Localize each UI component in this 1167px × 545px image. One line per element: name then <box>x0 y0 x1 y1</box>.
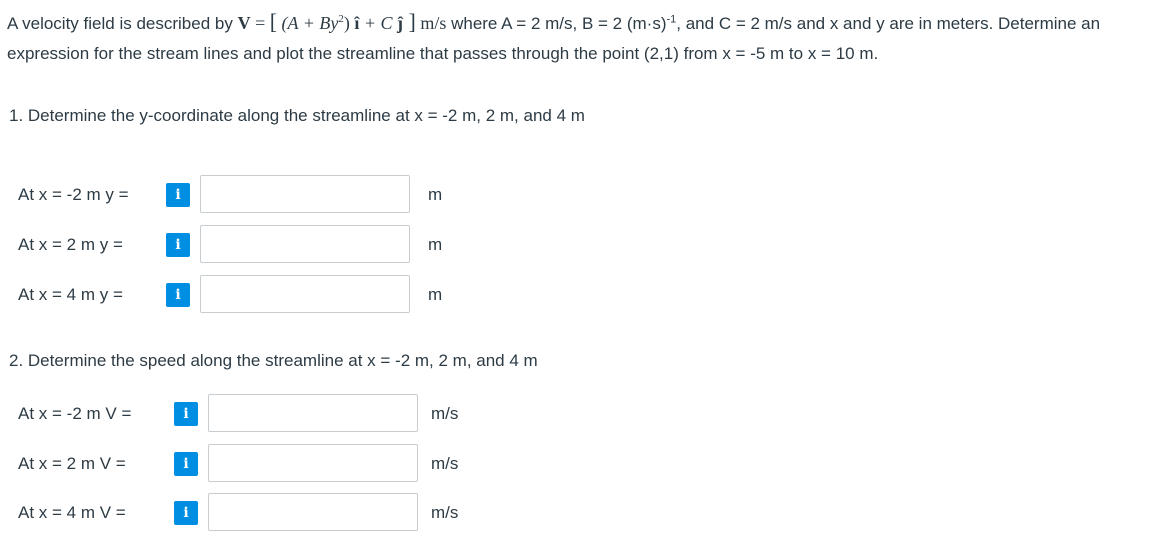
q1-row-1-label: At x = -2 m y = <box>18 185 129 204</box>
q1-unit-3: m <box>428 285 443 304</box>
q1-row-3-label: At x = 4 m y = <box>18 285 123 304</box>
question-1-text: 1. Determine the y-coordinate along the … <box>9 106 585 125</box>
given-exponent: -1 <box>666 13 677 26</box>
info-icon[interactable]: i <box>174 452 198 476</box>
q1-unit-2: m <box>428 235 443 254</box>
eq-open-bracket: [ <box>269 9 278 34</box>
eq-close-bracket: ] <box>403 9 416 34</box>
q2-row-2-label: At x = 2 m V = <box>18 454 126 473</box>
q2-answer-field-2[interactable] <box>208 444 418 482</box>
info-icon[interactable]: i <box>174 501 198 525</box>
question-2-text: 2. Determine the speed along the streaml… <box>9 351 538 370</box>
q1-unit-1: m <box>428 185 443 204</box>
q2-unit-1: m/s <box>431 404 459 423</box>
velocity-equation: V = [ (A + By2) î + C ĵ ] m/s <box>237 9 447 34</box>
q1-row-2-label: At x = 2 m y = <box>18 235 123 254</box>
problem-statement: A velocity field is described by V = [ (… <box>7 4 1157 69</box>
info-icon[interactable]: i <box>166 183 190 207</box>
q1-answer-field-3[interactable] <box>200 275 410 313</box>
info-icon[interactable]: i <box>174 402 198 426</box>
eq-after: ) <box>343 13 355 33</box>
info-icon[interactable]: i <box>166 233 190 257</box>
q2-unit-3: m/s <box>431 503 459 522</box>
info-icon[interactable]: i <box>166 283 190 307</box>
q2-answer-field-1[interactable] <box>208 394 418 432</box>
problem-intro: A velocity field is described by <box>7 14 238 33</box>
eq-vector-v: V <box>237 13 251 33</box>
q1-answer-field-1[interactable] <box>200 175 410 213</box>
given-values: where A = 2 m/s, B = 2 (m·s) <box>446 14 667 33</box>
eq-inner: (A + By <box>277 13 339 33</box>
eq-equals: = <box>250 13 270 33</box>
q1-answer-field-2[interactable] <box>200 225 410 263</box>
eq-units: m/s <box>415 13 447 33</box>
q2-row-3-label: At x = 4 m V = <box>18 503 126 522</box>
q2-answer-field-3[interactable] <box>208 493 418 531</box>
q2-unit-2: m/s <box>431 454 459 473</box>
q2-row-1-label: At x = -2 m V = <box>18 404 132 423</box>
eq-plus-c: + C <box>359 13 398 33</box>
